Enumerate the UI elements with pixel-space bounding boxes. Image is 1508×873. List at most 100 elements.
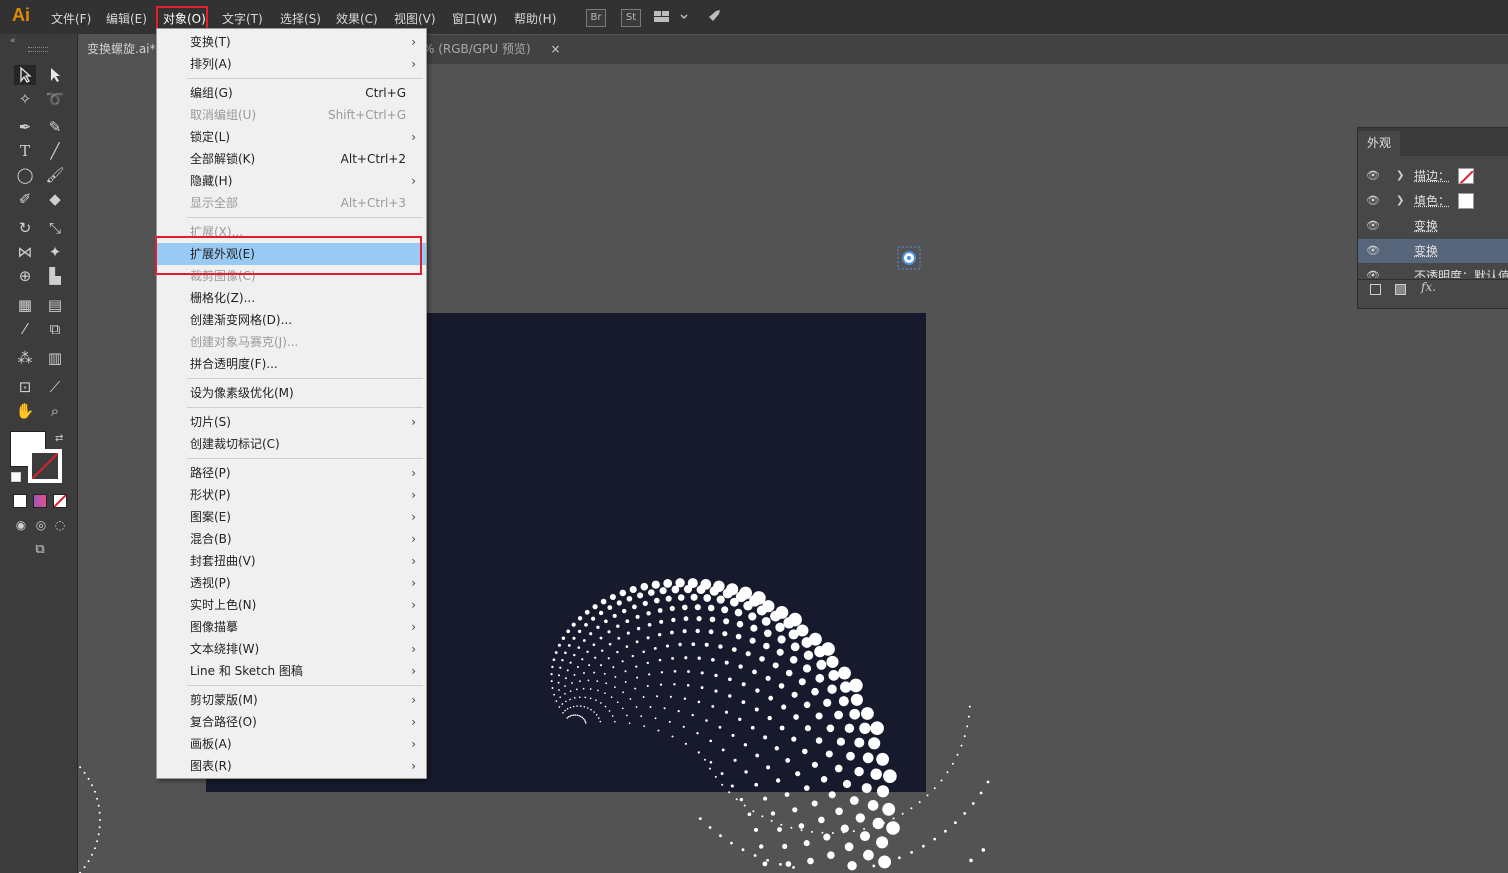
symbol-sprayer-tool-icon[interactable]: ⁂ bbox=[14, 348, 36, 368]
visibility-eye-icon[interactable]: 👁 bbox=[1366, 189, 1380, 213]
blend-tool-icon[interactable]: ⧉ bbox=[44, 319, 66, 339]
menu-item[interactable]: 编组(G) Ctrl+G bbox=[157, 82, 426, 104]
doc-tab-info[interactable]: % (RGB/GPU 预览) × bbox=[423, 35, 561, 64]
color-mode-icon[interactable] bbox=[13, 494, 27, 508]
shaper-tool-icon[interactable]: ✐ bbox=[14, 189, 36, 209]
menu-item[interactable]: 图表(R) › bbox=[157, 755, 426, 777]
menu-item[interactable]: 拼合透明度(F)... bbox=[157, 353, 426, 375]
collapse-panel-icon[interactable]: « bbox=[10, 36, 16, 46]
hand-tool-icon[interactable]: ✋ bbox=[14, 401, 36, 421]
menu-item[interactable]: 实时上色(N) › bbox=[157, 594, 426, 616]
doc-tab-active[interactable]: 变换螺旋.ai* bbox=[78, 35, 165, 64]
workspace-layout-icon[interactable] bbox=[654, 10, 690, 24]
menu-file[interactable]: 文件(F) bbox=[51, 10, 91, 27]
menu-item[interactable]: 图案(E) › bbox=[157, 506, 426, 528]
close-icon[interactable]: × bbox=[550, 42, 560, 56]
appearance-row-label[interactable]: 变换 bbox=[1414, 239, 1438, 263]
appearance-row-label[interactable]: 不透明度：默认值 bbox=[1414, 264, 1508, 278]
stroke-swatch[interactable] bbox=[1458, 168, 1474, 184]
screen-mode-icon[interactable]: ⧉ bbox=[29, 540, 51, 560]
artboard-tool-icon[interactable]: ⊡ bbox=[14, 377, 36, 397]
menu-item[interactable]: 创建渐变网格(D)... bbox=[157, 309, 426, 331]
zoom-tool-icon[interactable]: ⌕ bbox=[44, 401, 66, 421]
appearance-row-fill[interactable]: 👁 ❯ 填色： bbox=[1358, 189, 1508, 213]
perspective-grid-tool-icon[interactable]: ▙ bbox=[44, 266, 66, 286]
transform-center-point-icon[interactable] bbox=[897, 246, 921, 270]
appearance-row-stroke[interactable]: 👁 ❯ 描边： bbox=[1358, 164, 1508, 188]
visibility-eye-icon[interactable]: 👁 bbox=[1366, 214, 1380, 238]
menu-item[interactable]: Line 和 Sketch 图稿 › bbox=[157, 660, 426, 682]
menu-window[interactable]: 窗口(W) bbox=[452, 10, 497, 27]
stock-button[interactable]: St bbox=[621, 9, 641, 27]
panel-grip[interactable] bbox=[28, 47, 48, 52]
scale-tool-icon[interactable]: ⤡ bbox=[44, 218, 66, 238]
shape-builder-tool-icon[interactable]: ⊕ bbox=[14, 266, 36, 286]
visibility-eye-icon[interactable]: 👁 bbox=[1366, 239, 1380, 263]
appearance-row-transform-selected[interactable]: 👁 变换 bbox=[1358, 239, 1508, 263]
direct-selection-tool-icon[interactable] bbox=[44, 65, 66, 85]
menu-select[interactable]: 选择(S) bbox=[280, 10, 321, 27]
gradient-tool-icon[interactable]: ▤ bbox=[44, 295, 66, 315]
menu-item[interactable]: 封套扭曲(V) › bbox=[157, 550, 426, 572]
pen-tool-icon[interactable]: ✒ bbox=[14, 117, 36, 137]
add-fill-icon[interactable] bbox=[1395, 284, 1406, 295]
appearance-tab[interactable]: 外观 bbox=[1358, 131, 1400, 156]
menu-item[interactable]: 设为像素级优化(M) bbox=[157, 382, 426, 404]
ellipse-tool-icon[interactable]: ◯ bbox=[14, 165, 36, 185]
menu-item[interactable]: 排列(A) › bbox=[157, 53, 426, 75]
menu-item[interactable]: 混合(B) › bbox=[157, 528, 426, 550]
chevron-right-icon[interactable]: ❯ bbox=[1396, 164, 1404, 188]
menu-item[interactable]: 复合路径(O) › bbox=[157, 711, 426, 733]
menu-item[interactable]: 剪切蒙版(M) › bbox=[157, 689, 426, 711]
appearance-row-label[interactable]: 描边： bbox=[1414, 164, 1450, 188]
draw-normal-icon[interactable]: ◉ bbox=[10, 515, 32, 535]
swap-fill-stroke-icon[interactable]: ⇄ bbox=[55, 433, 63, 444]
slice-tool-icon[interactable]: ⟋ bbox=[44, 377, 66, 397]
fx-icon[interactable]: fx. bbox=[1421, 280, 1436, 294]
none-mode-icon[interactable] bbox=[53, 494, 67, 508]
column-graph-tool-icon[interactable]: ▥ bbox=[44, 348, 66, 368]
appearance-row-opacity[interactable]: 👁 不透明度：默认值 bbox=[1358, 264, 1508, 278]
menu-view[interactable]: 视图(V) bbox=[394, 10, 436, 27]
menu-item[interactable]: 锁定(L) › bbox=[157, 126, 426, 148]
width-tool-icon[interactable]: ⋈ bbox=[14, 242, 36, 262]
menu-item[interactable]: 图像描摹 › bbox=[157, 616, 426, 638]
menu-item[interactable]: 形状(P) › bbox=[157, 484, 426, 506]
menu-type[interactable]: 文字(T) bbox=[222, 10, 263, 27]
puppet-warp-tool-icon[interactable]: ✦ bbox=[44, 242, 66, 262]
menu-effect[interactable]: 效果(C) bbox=[336, 10, 378, 27]
selection-tool-icon[interactable] bbox=[14, 65, 36, 85]
magic-wand-tool-icon[interactable]: ✧ bbox=[14, 89, 36, 109]
stroke-color-swatch[interactable] bbox=[28, 449, 62, 483]
appearance-row-label[interactable]: 填色： bbox=[1414, 189, 1450, 213]
bridge-button[interactable]: Br bbox=[586, 9, 606, 27]
menu-item[interactable]: 全部解锁(K) Alt+Ctrl+2 bbox=[157, 148, 426, 170]
type-tool-icon[interactable]: T bbox=[14, 141, 36, 161]
menu-item[interactable]: 隐藏(H) › bbox=[157, 170, 426, 192]
menu-item[interactable]: 切片(S) › bbox=[157, 411, 426, 433]
visibility-eye-icon[interactable]: 👁 bbox=[1366, 164, 1380, 188]
menu-edit[interactable]: 编辑(E) bbox=[106, 10, 147, 27]
appearance-row-label[interactable]: 变换 bbox=[1414, 214, 1438, 238]
line-tool-icon[interactable]: ╱ bbox=[44, 141, 66, 161]
menu-item[interactable]: 路径(P) › bbox=[157, 462, 426, 484]
appearance-row-transform[interactable]: 👁 变换 bbox=[1358, 214, 1508, 238]
menu-item[interactable]: 透视(P) › bbox=[157, 572, 426, 594]
menu-item[interactable]: 文本绕排(W) › bbox=[157, 638, 426, 660]
fill-swatch[interactable] bbox=[1458, 193, 1474, 209]
visibility-eye-icon[interactable]: 👁 bbox=[1366, 264, 1380, 278]
add-stroke-icon[interactable] bbox=[1370, 284, 1381, 295]
eyedropper-tool-icon[interactable]: ⁄ bbox=[14, 319, 36, 339]
chevron-right-icon[interactable]: ❯ bbox=[1396, 189, 1404, 213]
rotate-tool-icon[interactable]: ↻ bbox=[14, 218, 36, 238]
paintbrush-tool-icon[interactable]: 🖌 bbox=[44, 165, 66, 185]
mesh-tool-icon[interactable]: ▦ bbox=[14, 295, 36, 315]
menu-item[interactable]: 栅格化(Z)... bbox=[157, 287, 426, 309]
menu-item[interactable]: 变换(T) › bbox=[157, 31, 426, 53]
default-colors-icon[interactable] bbox=[11, 472, 21, 482]
menu-item[interactable]: 画板(A) › bbox=[157, 733, 426, 755]
draw-inside-icon[interactable]: ◌ bbox=[49, 515, 71, 535]
curvature-tool-icon[interactable]: ✎ bbox=[44, 117, 66, 137]
gradient-mode-icon[interactable] bbox=[33, 494, 47, 508]
eraser-tool-icon[interactable]: ◆ bbox=[44, 189, 66, 209]
